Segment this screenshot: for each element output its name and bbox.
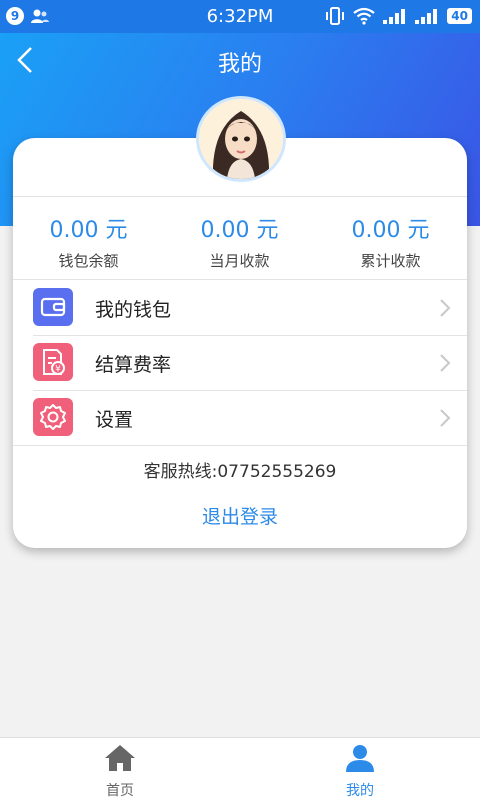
tab-mine[interactable]: 我的 xyxy=(240,738,480,800)
menu-label: 结算费率 xyxy=(95,354,172,376)
status-right: 40 xyxy=(325,7,472,25)
divider xyxy=(13,445,467,446)
svg-text:¥: ¥ xyxy=(55,365,61,375)
menu-item-my-wallet[interactable]: 我的钱包 xyxy=(13,280,467,335)
logout-button[interactable]: 退出登录 xyxy=(13,502,467,529)
tab-label: 首页 xyxy=(106,783,134,799)
stat-value: 0.00 元 xyxy=(351,218,430,243)
nav-bar: 我的 xyxy=(0,33,480,88)
menu-item-settings[interactable]: 设置 xyxy=(13,390,467,445)
tab-label: 我的 xyxy=(346,783,374,799)
customer-service-hotline[interactable]: 客服热线:07752555269 xyxy=(13,457,467,482)
stat-label: 累计收款 xyxy=(360,252,421,270)
stat-monthly-receipts[interactable]: 0.00 元 当月收款 xyxy=(164,197,315,271)
avatar[interactable] xyxy=(196,96,286,182)
stats-row: 0.00 元 钱包余额 0.00 元 当月收款 0.00 元 累计收款 xyxy=(13,196,467,280)
tab-bar: 首页 我的 xyxy=(0,737,480,800)
menu-item-settlement-rate[interactable]: ¥ 结算费率 xyxy=(13,335,467,390)
user-icon xyxy=(346,745,374,772)
chevron-right-icon xyxy=(440,409,451,427)
signal-icon xyxy=(383,9,406,24)
battery-indicator: 40 xyxy=(447,8,472,24)
invoice-icon: ¥ xyxy=(33,343,73,381)
status-bar: 9 6:32PM 40 xyxy=(0,0,480,33)
chevron-right-icon xyxy=(440,299,451,317)
avatar-image xyxy=(199,99,283,179)
stat-wallet-balance[interactable]: 0.00 元 钱包余额 xyxy=(13,197,164,271)
stat-label: 钱包余额 xyxy=(58,252,119,270)
wifi-icon xyxy=(353,7,375,25)
stat-value: 0.00 元 xyxy=(200,218,279,243)
tab-home[interactable]: 首页 xyxy=(0,738,240,800)
menu-label: 设置 xyxy=(95,409,134,431)
stat-label: 当月收款 xyxy=(209,252,270,270)
page-title: 我的 xyxy=(217,52,262,77)
stat-value: 0.00 元 xyxy=(49,218,128,243)
home-icon xyxy=(105,745,135,771)
chevron-right-icon xyxy=(440,354,451,372)
menu-label: 我的钱包 xyxy=(95,299,172,321)
vibrate-icon xyxy=(326,7,345,25)
stat-total-receipts[interactable]: 0.00 元 累计收款 xyxy=(315,197,466,271)
signal-icon xyxy=(415,9,438,24)
wallet-icon xyxy=(33,288,73,326)
gear-icon xyxy=(33,398,73,436)
